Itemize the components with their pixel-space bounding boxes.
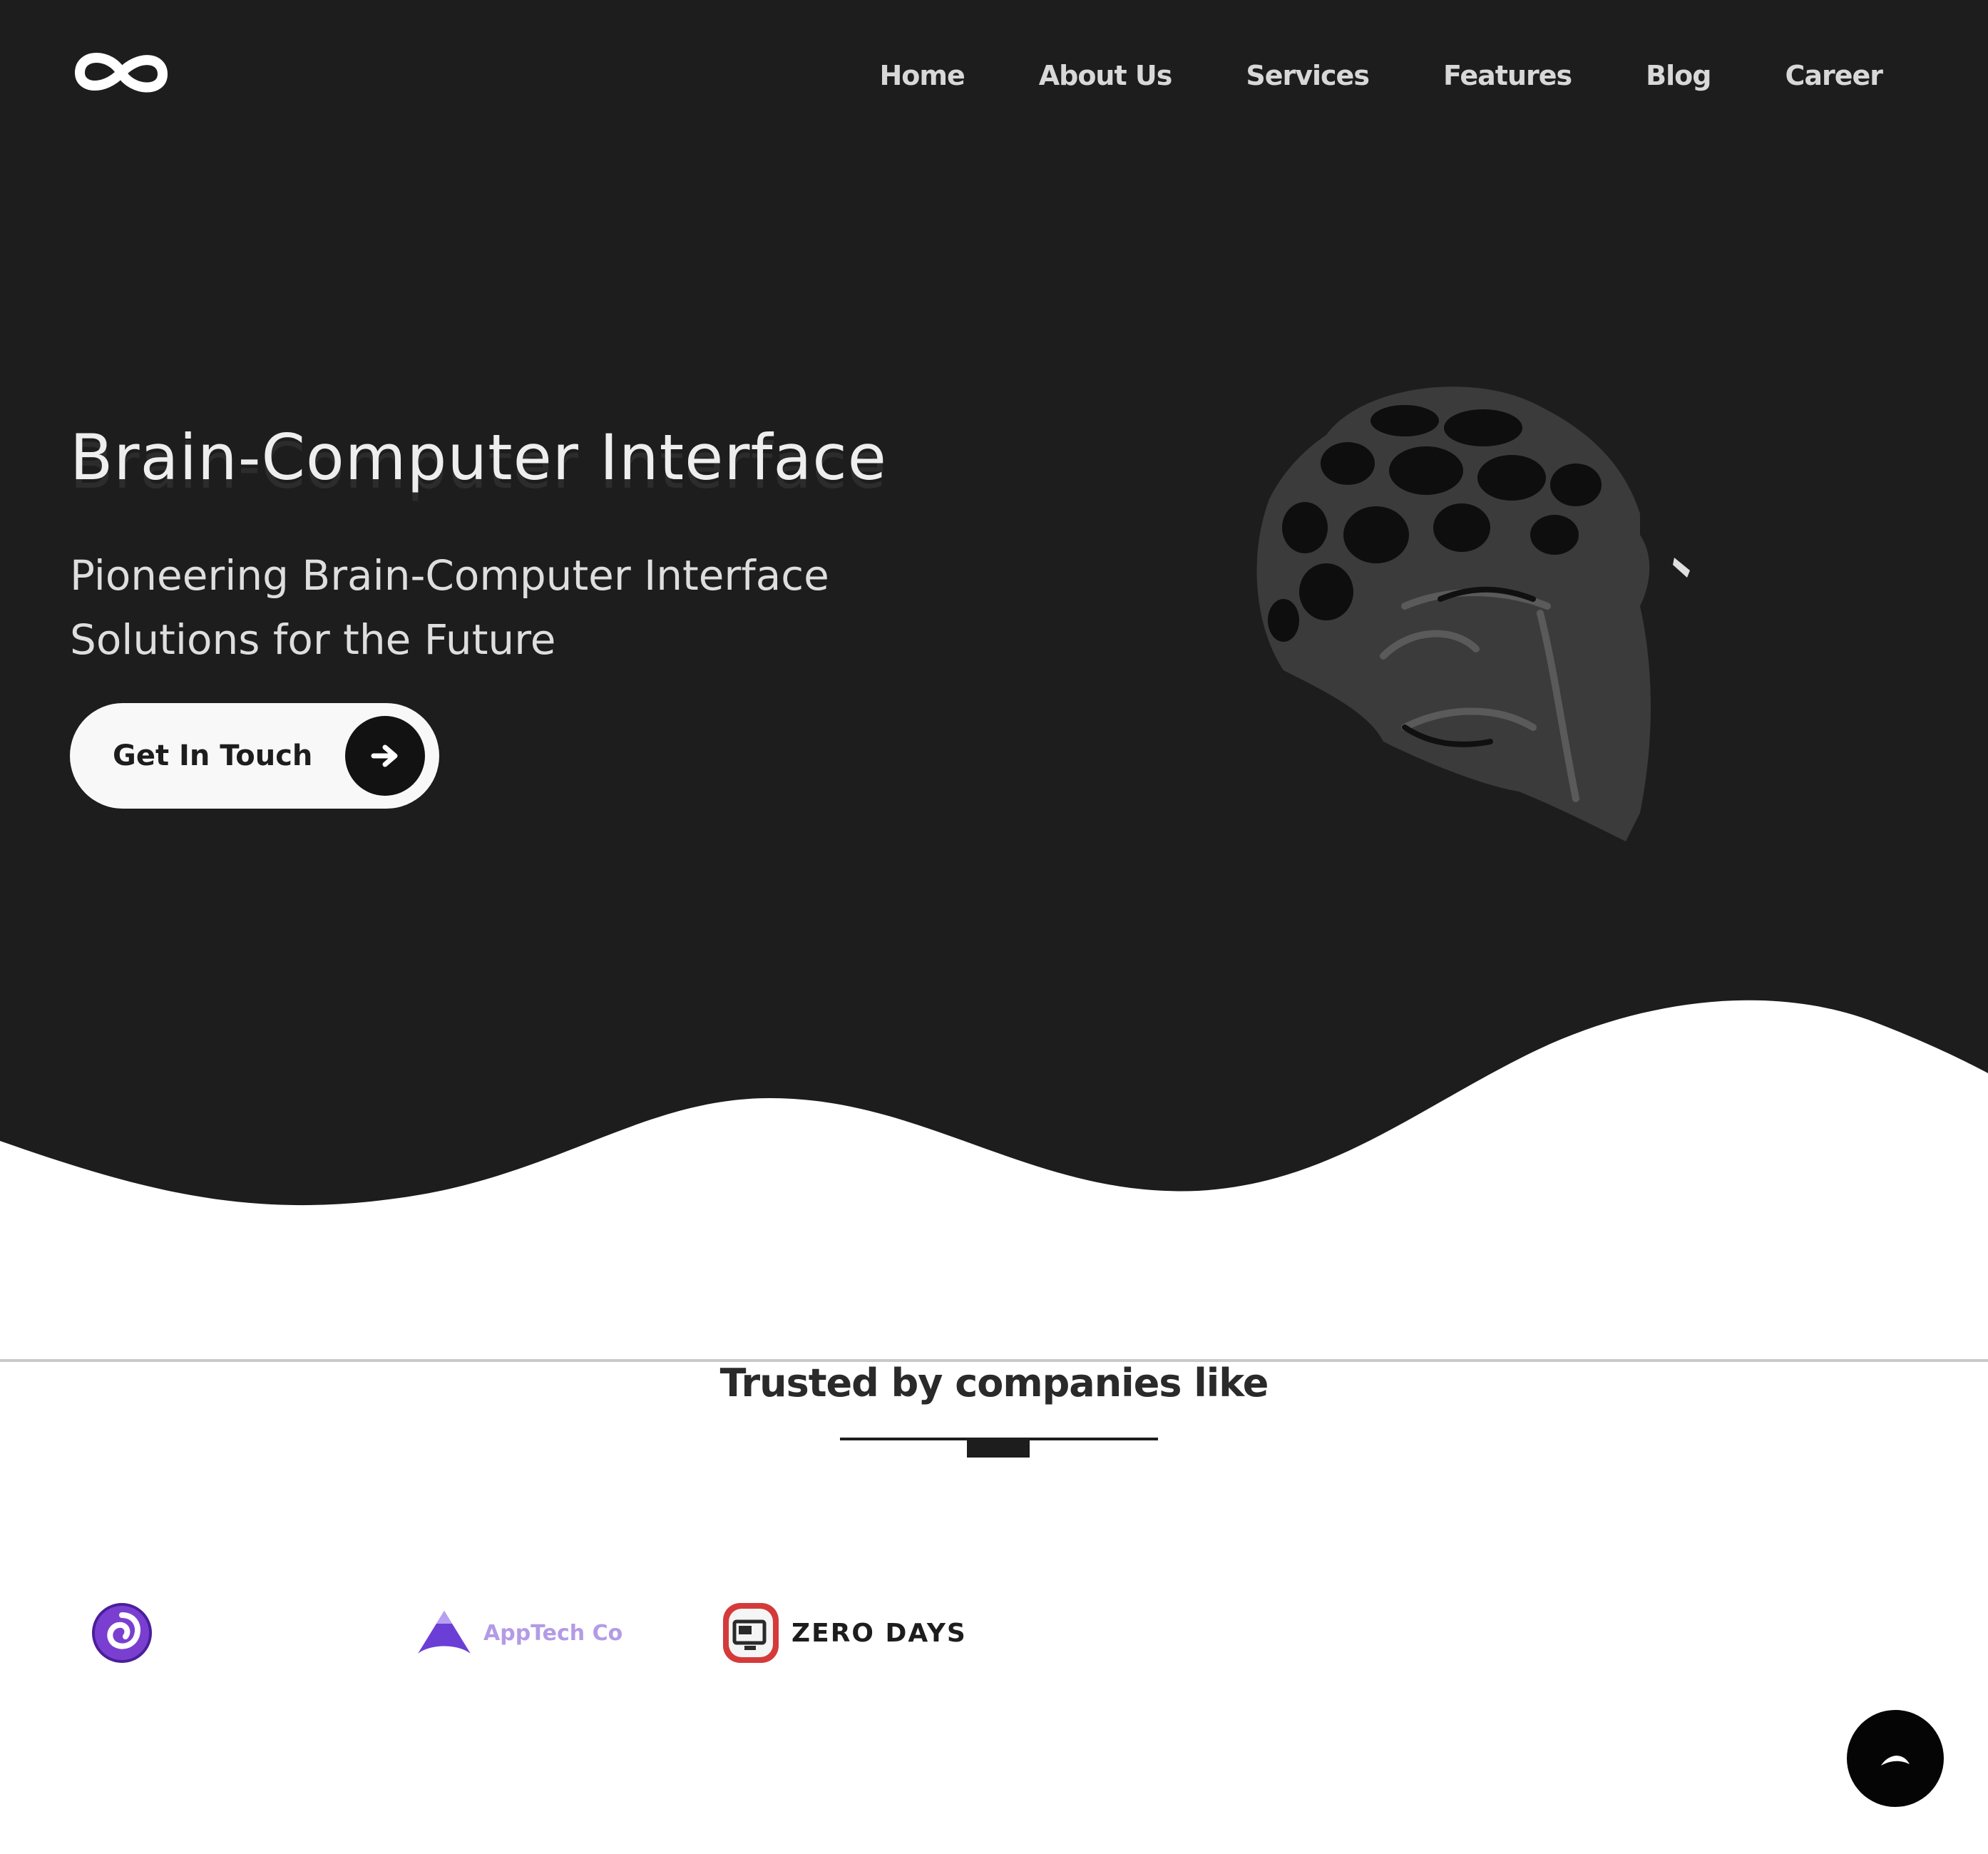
nav-blog[interactable]: Blog	[1646, 60, 1711, 91]
hero-wave-divider	[0, 1000, 1988, 1241]
nav-career[interactable]: Career	[1785, 60, 1883, 91]
landing-page: Home About Us Services Features Blog Car…	[0, 0, 1988, 1854]
main-nav: Home About Us Services Features Blog Car…	[879, 60, 1883, 91]
brand-3-name: ZERO DAYS	[791, 1618, 967, 1648]
scroll-to-top-button[interactable]	[1847, 1710, 1944, 1807]
monitor-logo-icon	[723, 1603, 779, 1663]
brand-logo-3[interactable]: ZERO DAYS	[720, 1597, 967, 1669]
trusted-title: Trusted by companies like	[719, 1361, 1269, 1405]
nav-services[interactable]: Services	[1246, 60, 1370, 91]
title-underline-accent	[967, 1438, 1030, 1458]
infinity-logo-icon[interactable]	[71, 44, 171, 101]
nav-home[interactable]: Home	[879, 60, 965, 91]
brand-2-name: AppTech Co	[483, 1620, 623, 1646]
wireframe-head-icon	[1256, 386, 1690, 841]
hero-title: Brain-Computer Interface	[70, 421, 887, 494]
brand-logo-1[interactable]	[90, 1597, 164, 1669]
nav-about-us[interactable]: About Us	[1039, 60, 1173, 91]
spiral-logo-icon	[92, 1603, 152, 1663]
get-in-touch-label: Get In Touch	[113, 739, 313, 772]
brand-logo-2[interactable]: AppTech Co	[415, 1597, 622, 1669]
arrow-right-icon	[345, 716, 425, 796]
triangle-logo-icon	[418, 1611, 471, 1654]
chevron-up-icon	[1881, 1756, 1910, 1766]
get-in-touch-button[interactable]: Get In Touch	[70, 703, 439, 809]
nav-features[interactable]: Features	[1443, 60, 1572, 91]
hero-subtitle: Pioneering Brain-Computer Interface Solu…	[70, 551, 829, 664]
